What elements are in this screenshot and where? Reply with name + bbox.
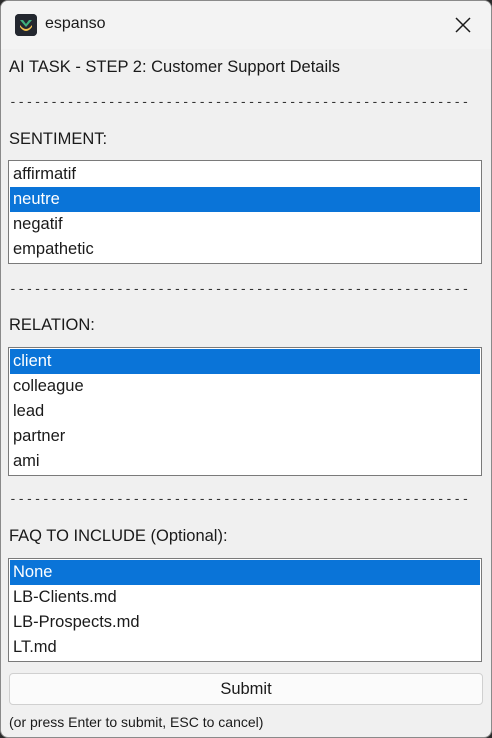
form-heading: AI TASK - STEP 2: Customer Support Detai…: [9, 58, 341, 76]
list-option[interactable]: affirmatif: [10, 162, 480, 187]
list-option[interactable]: None: [10, 560, 480, 585]
list-option[interactable]: lead: [10, 399, 480, 424]
list-option[interactable]: partner: [10, 424, 480, 449]
list-option[interactable]: negatif: [10, 212, 480, 237]
faq-listbox[interactable]: None LB-Clients.md LB-Prospects.md LT.md: [8, 558, 482, 662]
espanso-logo-icon: [15, 14, 37, 36]
list-option[interactable]: LT.md: [10, 635, 480, 660]
list-option[interactable]: ami: [10, 449, 480, 474]
separator: ----------------------------------------…: [9, 95, 470, 110]
title-bar: espanso: [1, 1, 491, 49]
relation-label: RELATION:: [9, 316, 95, 334]
separator: ----------------------------------------…: [9, 492, 470, 507]
espanso-form-window: espanso AI TASK - STEP 2: Customer Suppo…: [0, 0, 492, 738]
list-option[interactable]: neutre: [10, 187, 480, 212]
list-option[interactable]: LB-Prospects.md: [10, 610, 480, 635]
keyboard-hint: (or press Enter to submit, ESC to cancel…: [9, 714, 264, 730]
separator: ----------------------------------------…: [9, 282, 470, 297]
sentiment-label: SENTIMENT:: [9, 130, 108, 148]
relation-listbox[interactable]: client colleague lead partner ami: [8, 347, 482, 476]
close-button[interactable]: [435, 1, 491, 49]
list-option[interactable]: LB-Clients.md: [10, 585, 480, 610]
list-option[interactable]: colleague: [10, 374, 480, 399]
list-option[interactable]: empathetic: [10, 237, 480, 262]
app-title: espanso: [45, 15, 106, 32]
sentiment-listbox[interactable]: affirmatif neutre negatif empathetic: [8, 160, 482, 264]
submit-button[interactable]: Submit: [9, 673, 483, 705]
close-icon: [455, 17, 471, 33]
faq-label: FAQ TO INCLUDE (Optional):: [9, 527, 228, 545]
list-option[interactable]: client: [10, 349, 480, 374]
